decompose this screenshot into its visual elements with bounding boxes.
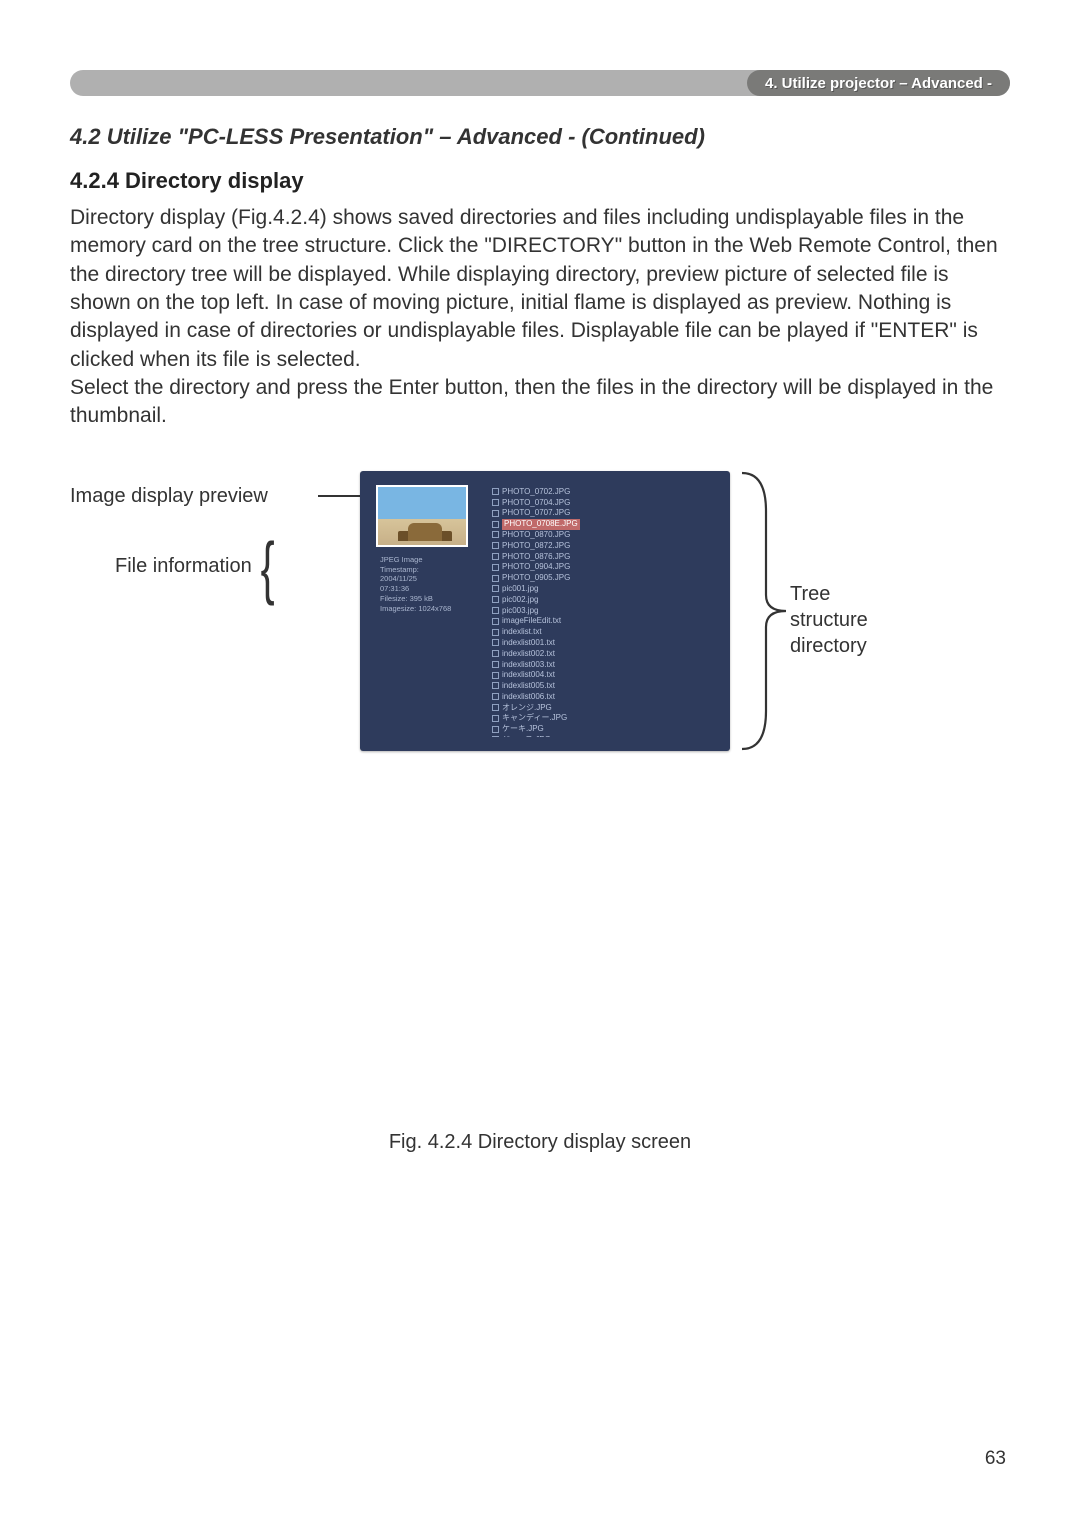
tree-item: オレンジ.JPG (492, 703, 712, 714)
file-icon (492, 542, 499, 549)
file-icon (492, 531, 499, 538)
file-icon (492, 618, 499, 625)
file-icon (492, 682, 499, 689)
tree-item: indexlist.txt (492, 627, 712, 638)
tree-item: imageFileEdit.txt (492, 616, 712, 627)
file-icon (492, 629, 499, 636)
file-icon (492, 661, 499, 668)
fileinfo-line: JPEG Image (380, 555, 472, 565)
file-icon (492, 499, 499, 506)
tree-item: pic003.jpg (492, 606, 712, 617)
figure-area: Image display preview File information {… (70, 471, 1010, 791)
callout-line (318, 495, 360, 497)
file-icon (492, 488, 499, 495)
preview-thumbnail (376, 485, 468, 547)
file-icon (492, 726, 499, 733)
tree-item: PHOTO_0702.JPG (492, 487, 712, 498)
subsection-title: 4.2.4 Directory display (70, 168, 1010, 194)
tree-item: PHOTO_0872.JPG (492, 541, 712, 552)
tree-item: PHOTO_0876.JPG (492, 552, 712, 563)
tree-item: PHOTO_0870.JPG (492, 530, 712, 541)
fileinfo-line: 2004/11/25 (380, 574, 472, 584)
tree-item: キャンディー.JPG (492, 713, 712, 724)
breadcrumb: 4. Utilize projector – Advanced - (747, 70, 1010, 96)
file-icon (492, 575, 499, 582)
label-file-info: File information (115, 555, 252, 578)
body-text: Directory display (Fig.4.2.4) shows save… (70, 204, 1010, 431)
tree-item: ジュース.JPG (492, 735, 712, 737)
file-icon (492, 715, 499, 722)
fileinfo-line: Timestamp: (380, 565, 472, 575)
header-band: 4. Utilize projector – Advanced - (70, 70, 1010, 96)
tree-item: pic002.jpg (492, 595, 712, 606)
tree-item: PHOTO_0707.JPG (492, 508, 712, 519)
file-icon (492, 607, 499, 614)
tree-item: indexlist002.txt (492, 649, 712, 660)
tree-item-selected: PHOTO_0708E.JPG (492, 519, 712, 530)
brace-right-icon (732, 471, 788, 751)
tree-item: indexlist005.txt (492, 681, 712, 692)
fileinfo-line: 07:31:36 (380, 584, 472, 594)
tree-item: ケーキ.JPG (492, 724, 712, 735)
file-icon (492, 693, 499, 700)
file-icon (492, 510, 499, 517)
page-number: 63 (985, 1448, 1006, 1470)
tree-item: PHOTO_0905.JPG (492, 573, 712, 584)
tree-item: indexlist004.txt (492, 670, 712, 681)
fileinfo-line: Imagesize: 1024x768 (380, 604, 472, 614)
file-icon (492, 704, 499, 711)
label-tree-structure: Tree structure directory (790, 581, 868, 659)
brace-left-icon: { (260, 546, 274, 588)
file-icon (492, 564, 499, 571)
tree-item: PHOTO_0704.JPG (492, 498, 712, 509)
file-icon (492, 521, 499, 528)
file-icon (492, 585, 499, 592)
file-info-panel: JPEG Image Timestamp: 2004/11/25 07:31:3… (376, 551, 476, 623)
file-icon (492, 596, 499, 603)
section-title: 4.2 Utilize "PC-LESS Presentation" – Adv… (70, 124, 1010, 150)
tree-item: PHOTO_0904.JPG (492, 562, 712, 573)
file-icon (492, 672, 499, 679)
figure-caption: Fig. 4.2.4 Directory display screen (70, 1131, 1010, 1154)
label-file-info-wrap: File information { (115, 546, 279, 588)
file-icon (492, 650, 499, 657)
tree-item: indexlist001.txt (492, 638, 712, 649)
tree-item: pic001.jpg (492, 584, 712, 595)
file-tree: PHOTO_0702.JPG PHOTO_0704.JPG PHOTO_0707… (488, 485, 716, 737)
file-icon (492, 639, 499, 646)
file-icon (492, 553, 499, 560)
tree-item: indexlist006.txt (492, 692, 712, 703)
label-image-preview: Image display preview (70, 485, 268, 508)
directory-screenshot: JPEG Image Timestamp: 2004/11/25 07:31:3… (360, 471, 730, 751)
fileinfo-line: Filesize: 395 kB (380, 594, 472, 604)
tree-item: indexlist003.txt (492, 660, 712, 671)
